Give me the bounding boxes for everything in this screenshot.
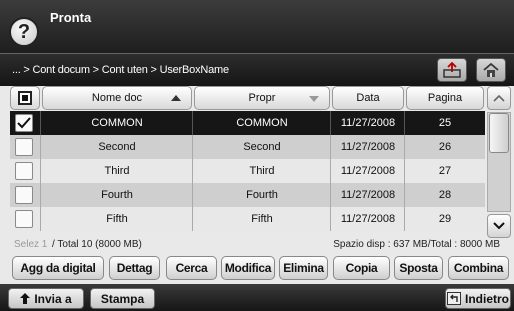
column-separator [40,207,41,231]
cell-date: 11/27/2008 [340,117,396,129]
back-icon [447,292,461,305]
table-row[interactable]: Fourth Fourth 11/27/2008 28 [10,183,485,207]
chevron-up-icon [493,94,505,102]
merge-button[interactable]: Combina [448,256,509,280]
storage-space: Spazio disp : 637 MB/Total : 8000 MB [333,239,500,250]
cell-pages: 27 [438,165,452,177]
delete-button[interactable]: Elimina [279,256,328,280]
action-bar: Agg da digital Dettag Cerca Modifica Eli… [0,252,514,284]
home-icon [483,62,499,77]
breadcrumb-bar: ... > Cont docum > Cont uten > UserBoxNa… [0,53,514,86]
copy-button[interactable]: Copia [333,256,390,280]
search-button[interactable]: Cerca [166,256,217,280]
page-title: Pronta [50,10,92,25]
column-separator [404,159,405,183]
column-separator [404,111,405,135]
row-checkbox[interactable] [15,138,33,156]
cell-name: Third [104,165,130,177]
column-separator [40,183,41,207]
cell-date: 11/27/2008 [340,141,396,153]
chevron-down-icon [493,222,505,230]
row-checkbox[interactable] [15,186,33,204]
table-row[interactable]: Fifth Fifth 11/27/2008 29 [10,207,485,231]
column-separator [40,159,41,183]
cell-pages: 29 [438,213,452,225]
breadcrumb: ... > Cont docum > Cont uten > UserBoxNa… [12,64,229,76]
column-separator [330,207,331,231]
scroll-thumb[interactable] [489,113,509,153]
arrow-up-icon [20,293,31,304]
column-separator [192,159,193,183]
cell-date: 11/27/2008 [340,189,396,201]
cell-owner: COMMON [236,117,288,129]
select-all-checkbox[interactable] [10,86,40,110]
home-button[interactable] [476,58,506,82]
cell-date: 11/27/2008 [340,213,396,225]
cell-date: 11/27/2008 [340,165,396,177]
row-checkbox[interactable] [15,162,33,180]
row-checkbox[interactable] [15,114,33,132]
title-bar: ? Pronta [0,0,514,53]
column-separator [330,159,331,183]
column-header-owner[interactable]: Propr [194,86,330,110]
total-count: / Total 10 (8000 MB) [52,239,142,250]
cell-pages: 25 [438,117,452,129]
column-separator [404,207,405,231]
help-icon: ? [17,20,31,43]
cell-pages: 28 [438,189,452,201]
tray-upload-button[interactable] [437,58,467,82]
cell-pages: 26 [438,141,452,153]
column-separator [192,183,193,207]
document-table: Nome doc Propr Data Pagina COMMON COMMON 1… [0,86,514,238]
cell-owner: Fourth [246,189,278,201]
scroll-down-button[interactable] [487,214,511,238]
scrollbar[interactable] [487,86,511,238]
status-line: Selez 1 / Total 10 (8000 MB) Spazio disp… [0,238,514,252]
selected-count: Selez 1 [14,239,48,250]
column-separator [192,135,193,159]
column-header-name[interactable]: Nome doc [42,86,192,110]
scroll-track[interactable] [487,112,511,212]
column-separator [330,135,331,159]
table-row[interactable]: COMMON COMMON 11/27/2008 25 [10,111,485,135]
sort-descending-icon [309,96,319,102]
cell-owner: Third [249,165,275,177]
back-button[interactable]: Indietro [445,288,511,309]
edit-button[interactable]: Modifica [221,256,275,280]
cell-name: Fifth [106,213,128,225]
cell-owner: Second [243,141,281,153]
column-separator [330,183,331,207]
column-separator [404,135,405,159]
cell-name: Fourth [101,189,133,201]
scroll-up-button[interactable] [487,86,511,110]
send-to-button[interactable]: Invia a [8,288,84,309]
print-button[interactable]: Stampa [90,288,155,309]
help-button[interactable]: ? [9,17,39,47]
cell-owner: Fifth [251,213,273,225]
sort-ascending-icon [171,95,181,101]
column-separator [192,207,193,231]
column-separator [404,183,405,207]
column-separator [330,111,331,135]
column-header-date[interactable]: Data [332,86,404,110]
column-header-pages[interactable]: Pagina [406,86,484,110]
table-row[interactable]: Second Second 11/27/2008 26 [10,135,485,159]
bottom-bar: Invia a Stampa Indietro [0,284,514,311]
cell-name: Second [98,141,136,153]
add-from-digital-button[interactable]: Agg da digital [12,256,104,280]
row-checkbox[interactable] [15,210,33,228]
table-row[interactable]: Third Third 11/27/2008 27 [10,159,485,183]
checkmark-icon [17,117,31,129]
tray-upload-icon [443,62,461,78]
details-button[interactable]: Dettag [109,256,160,280]
column-separator [40,135,41,159]
column-separator [192,111,193,135]
move-button[interactable]: Sposta [394,256,443,280]
column-separator [40,111,41,135]
cell-name: COMMON [91,117,143,129]
